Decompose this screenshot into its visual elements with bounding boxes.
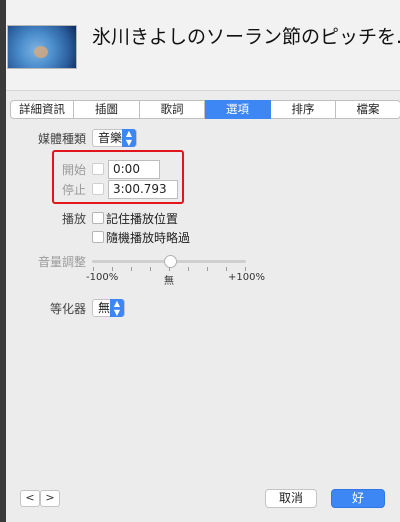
chevron-right-icon: >: [45, 491, 55, 504]
playback-label: 播放: [61, 212, 86, 226]
select-arrows-icon: ▲ ▼: [110, 299, 124, 317]
stop-time-field[interactable]: 3:00.793: [108, 180, 178, 199]
tab-options[interactable]: 選項: [205, 100, 271, 119]
skip-shuffle-checkbox[interactable]: [92, 231, 104, 243]
cancel-button[interactable]: 取消: [265, 489, 317, 508]
select-arrows-icon: ▲ ▼: [122, 129, 136, 147]
slider-tick: [131, 267, 132, 271]
equalizer-select[interactable]: 無 ▲ ▼: [92, 299, 125, 317]
slider-tick: [169, 267, 170, 271]
volume-max-label: +100%: [228, 272, 265, 283]
remember-position-checkbox[interactable]: [92, 212, 104, 224]
tab-file[interactable]: 檔案: [336, 100, 400, 119]
remember-position-label[interactable]: 記住播放位置: [106, 210, 178, 227]
song-info-dialog: 氷川きよしのソーラン節のピッチを... 詳細資訊 插圖 歌詞 選項 排序 檔案 …: [6, 0, 400, 522]
previous-song-button[interactable]: <: [20, 490, 40, 507]
start-label: 開始: [61, 163, 86, 177]
stop-checkbox[interactable]: [92, 183, 104, 195]
album-artwork[interactable]: [8, 26, 76, 68]
slider-tick: [226, 267, 227, 271]
slider-tick: [93, 267, 94, 271]
media-kind-select[interactable]: 音樂 ▲ ▼: [92, 129, 137, 147]
tab-details[interactable]: 詳細資訊: [10, 100, 74, 119]
stop-label: 停止: [61, 183, 86, 197]
skip-shuffle-label[interactable]: 隨機播放時略過: [106, 229, 190, 246]
slider-tick: [207, 267, 208, 271]
next-song-button[interactable]: >: [40, 490, 60, 507]
slider-tick: [112, 267, 113, 271]
start-checkbox[interactable]: [92, 163, 104, 175]
equalizer-value: 無: [98, 301, 111, 315]
volume-adjust-label: 音量調整: [37, 255, 86, 269]
media-kind-value: 音樂: [98, 131, 123, 145]
song-title: 氷川きよしのソーラン節のピッチを...: [92, 26, 400, 48]
slider-tick: [245, 267, 246, 271]
tab-artwork[interactable]: 插圖: [74, 100, 140, 119]
media-kind-label: 媒體種類: [37, 132, 86, 146]
start-time-field[interactable]: 0:00: [108, 160, 160, 179]
slider-tick: [150, 267, 151, 271]
ok-button[interactable]: 好: [331, 489, 385, 508]
tab-lyrics[interactable]: 歌詞: [140, 100, 205, 119]
volume-slider-thumb[interactable]: [164, 255, 177, 268]
tab-bar: 詳細資訊 插圖 歌詞 選項 排序 檔案: [10, 100, 400, 119]
tab-sorting[interactable]: 排序: [271, 100, 336, 119]
equalizer-label: 等化器: [49, 302, 86, 316]
dialog-header: 氷川きよしのソーラン節のピッチを...: [6, 0, 400, 91]
volume-min-label: -100%: [86, 272, 119, 283]
slider-tick: [188, 267, 189, 271]
volume-mid-label: 無: [164, 276, 174, 287]
chevron-left-icon: <: [25, 491, 35, 504]
